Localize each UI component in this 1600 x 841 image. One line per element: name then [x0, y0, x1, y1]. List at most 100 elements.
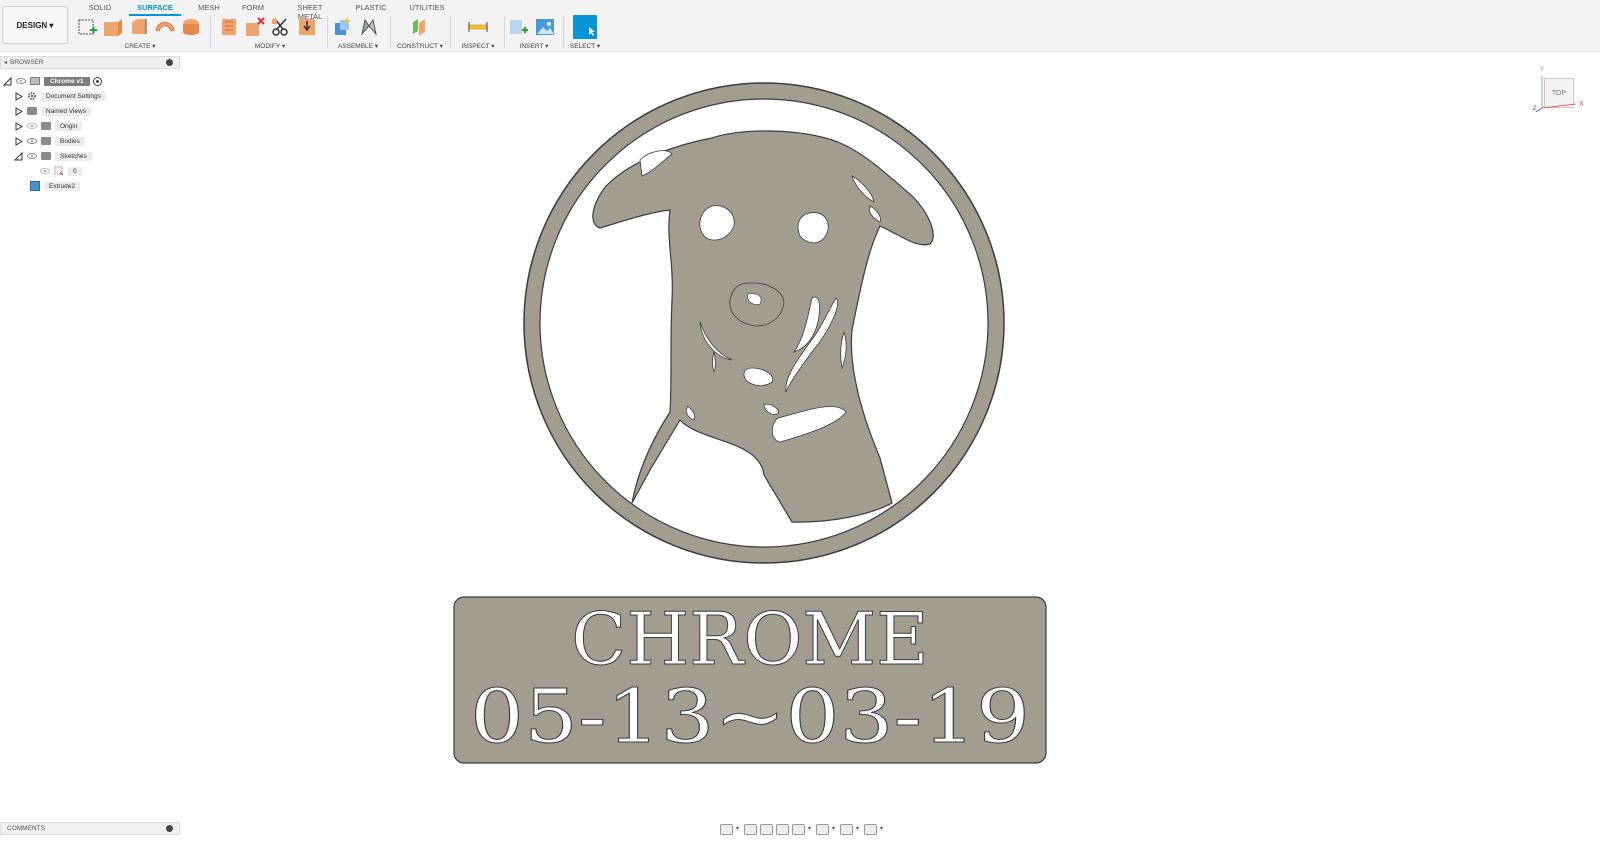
tab-utilities[interactable]: UTILITIES	[405, 0, 449, 14]
hidden-eye-icon[interactable]	[27, 123, 37, 129]
tab-plastic[interactable]: PLASTIC	[351, 0, 391, 14]
tab-surface[interactable]: SURFACE	[129, 0, 181, 16]
joint-icon[interactable]	[358, 16, 380, 38]
chevron-down-icon[interactable]: ▾	[832, 824, 837, 835]
tab-mesh[interactable]: MESH	[194, 0, 224, 14]
tab-sheet-metal[interactable]: SHEET METAL	[285, 0, 335, 21]
select-group: SELECT ▾	[568, 15, 602, 51]
activate-radio-icon[interactable]	[92, 76, 102, 86]
extrude-feature-icon	[30, 181, 40, 191]
pan-hand-icon[interactable]	[760, 823, 773, 835]
inspect-dropdown[interactable]: INSPECT ▾	[456, 42, 500, 50]
document-settings-label: Document Settings	[41, 91, 106, 101]
tree-item-bodies[interactable]: Bodies	[14, 135, 85, 147]
insert-group: INSERT ▾	[508, 15, 560, 51]
collapsed-triangle-icon[interactable]	[14, 121, 23, 131]
root-document-label: Chrome v1	[44, 76, 90, 86]
tab-form[interactable]: FORM	[238, 0, 268, 14]
extrude-surface-icon[interactable]	[102, 16, 124, 38]
visibility-eye-icon[interactable]	[27, 153, 37, 159]
zoom-window-icon[interactable]	[792, 823, 805, 835]
fusion-app-window: CHROME 05-13~03-19 DESIGN ▾ SOLID SURFAC…	[0, 0, 1600, 841]
revolve-surface-icon[interactable]	[128, 16, 150, 38]
measure-icon[interactable]	[467, 16, 489, 38]
plaque-name-text: CHROME	[571, 597, 928, 681]
display-settings-icon[interactable]	[816, 823, 829, 835]
folder-icon	[41, 152, 51, 160]
insert-image-icon[interactable]	[534, 16, 556, 38]
pin-icon[interactable]	[166, 825, 173, 832]
tab-solid[interactable]: SOLID	[83, 0, 117, 14]
chevron-down-icon[interactable]: ▾	[808, 824, 813, 835]
folder-icon	[41, 122, 51, 130]
comments-title: COMMENTS	[7, 825, 45, 832]
tree-root[interactable]: Chrome v1	[3, 75, 102, 87]
loft-surface-icon[interactable]	[180, 16, 202, 38]
timeline-item-extrude2[interactable]: Extrude2	[30, 180, 81, 192]
create-group: CREATE ▾	[76, 15, 204, 51]
chevron-down-icon[interactable]: ▾	[856, 824, 861, 835]
offset-surface-icon[interactable]	[296, 16, 318, 38]
tree-item-named-views[interactable]: Named Views	[14, 105, 91, 117]
browser-panel-header[interactable]: ◂ BROWSER	[0, 56, 180, 69]
hidden-eye-icon[interactable]	[40, 168, 50, 174]
orbit-icon[interactable]	[720, 823, 733, 835]
insert-dropdown[interactable]: INSERT ▾	[508, 42, 560, 50]
zoom-icon[interactable]	[776, 823, 789, 835]
select-dropdown[interactable]: SELECT ▾	[568, 42, 602, 50]
document-icon	[30, 77, 40, 85]
modify-dropdown[interactable]: MODIFY ▾	[218, 42, 322, 50]
collapsed-triangle-icon[interactable]	[14, 91, 23, 101]
create-sketch-icon[interactable]	[76, 16, 98, 38]
expanded-triangle-icon[interactable]	[14, 151, 23, 161]
folder-icon	[27, 107, 37, 115]
visibility-eye-icon[interactable]	[16, 78, 26, 84]
extrude2-label: Extrude2	[44, 181, 81, 191]
tree-item-sketch-0[interactable]: 0	[40, 165, 82, 177]
chevron-down-icon[interactable]: ▾	[736, 824, 741, 835]
new-component-icon[interactable]	[332, 16, 354, 38]
expanded-triangle-icon[interactable]	[3, 76, 12, 86]
chevron-down-icon[interactable]: ▾	[880, 824, 885, 835]
axis-z-label: Z	[1533, 106, 1537, 112]
ribbon-tabs: SOLID SURFACE MESH FORM SHEET METAL PLAS…	[78, 0, 449, 21]
create-dropdown[interactable]: CREATE ▾	[76, 42, 204, 50]
grid-settings-icon[interactable]	[840, 823, 853, 835]
viewports-icon[interactable]	[864, 823, 877, 835]
gear-icon	[27, 91, 37, 101]
toolbar-separator	[390, 16, 391, 48]
select-icon[interactable]	[573, 15, 597, 39]
look-at-icon[interactable]	[744, 823, 757, 835]
inspect-group: INSPECT ▾	[456, 15, 500, 51]
workspace-switcher-button[interactable]: DESIGN ▾	[2, 6, 68, 44]
collapse-icon[interactable]: ◂	[4, 59, 7, 66]
construct-group: CONSTRUCT ▾	[395, 15, 445, 51]
sweep-surface-icon[interactable]	[154, 16, 176, 38]
trim-icon[interactable]	[270, 16, 292, 38]
viewport-canvas[interactable]: CHROME 05-13~03-19	[0, 0, 1600, 841]
named-views-label: Named Views	[41, 106, 91, 116]
delete-face-icon[interactable]	[244, 16, 266, 38]
toolbar-separator	[504, 16, 505, 48]
thicken-icon[interactable]	[218, 16, 240, 38]
toolbar-separator	[450, 16, 451, 48]
modify-group: MODIFY ▾	[218, 15, 322, 51]
assemble-dropdown[interactable]: ASSEMBLE ▾	[332, 42, 384, 50]
construct-dropdown[interactable]: CONSTRUCT ▾	[395, 42, 445, 50]
dog-medallion[interactable]	[523, 82, 1005, 564]
tree-item-document-settings[interactable]: Document Settings	[14, 90, 106, 102]
view-cube[interactable]: TOP Y X Z	[1533, 67, 1584, 114]
toolbar-separator	[210, 16, 211, 48]
ribbon-toolbar: DESIGN ▾ SOLID SURFACE MESH FORM SHEET M…	[0, 0, 1600, 52]
navigation-bar: ▾ ▾ ▾ ▾ ▾	[720, 822, 885, 836]
insert-derive-icon[interactable]	[508, 16, 530, 38]
collapsed-triangle-icon[interactable]	[14, 106, 23, 116]
comments-panel-header[interactable]: COMMENTS	[0, 822, 180, 835]
tree-item-origin[interactable]: Origin	[14, 120, 83, 132]
pin-icon[interactable]	[166, 59, 173, 66]
offset-plane-icon[interactable]	[409, 16, 431, 38]
tree-item-sketches[interactable]: Sketches	[14, 150, 92, 162]
visibility-eye-icon[interactable]	[27, 138, 37, 144]
origin-label: Origin	[55, 121, 83, 131]
collapsed-triangle-icon[interactable]	[14, 136, 23, 146]
